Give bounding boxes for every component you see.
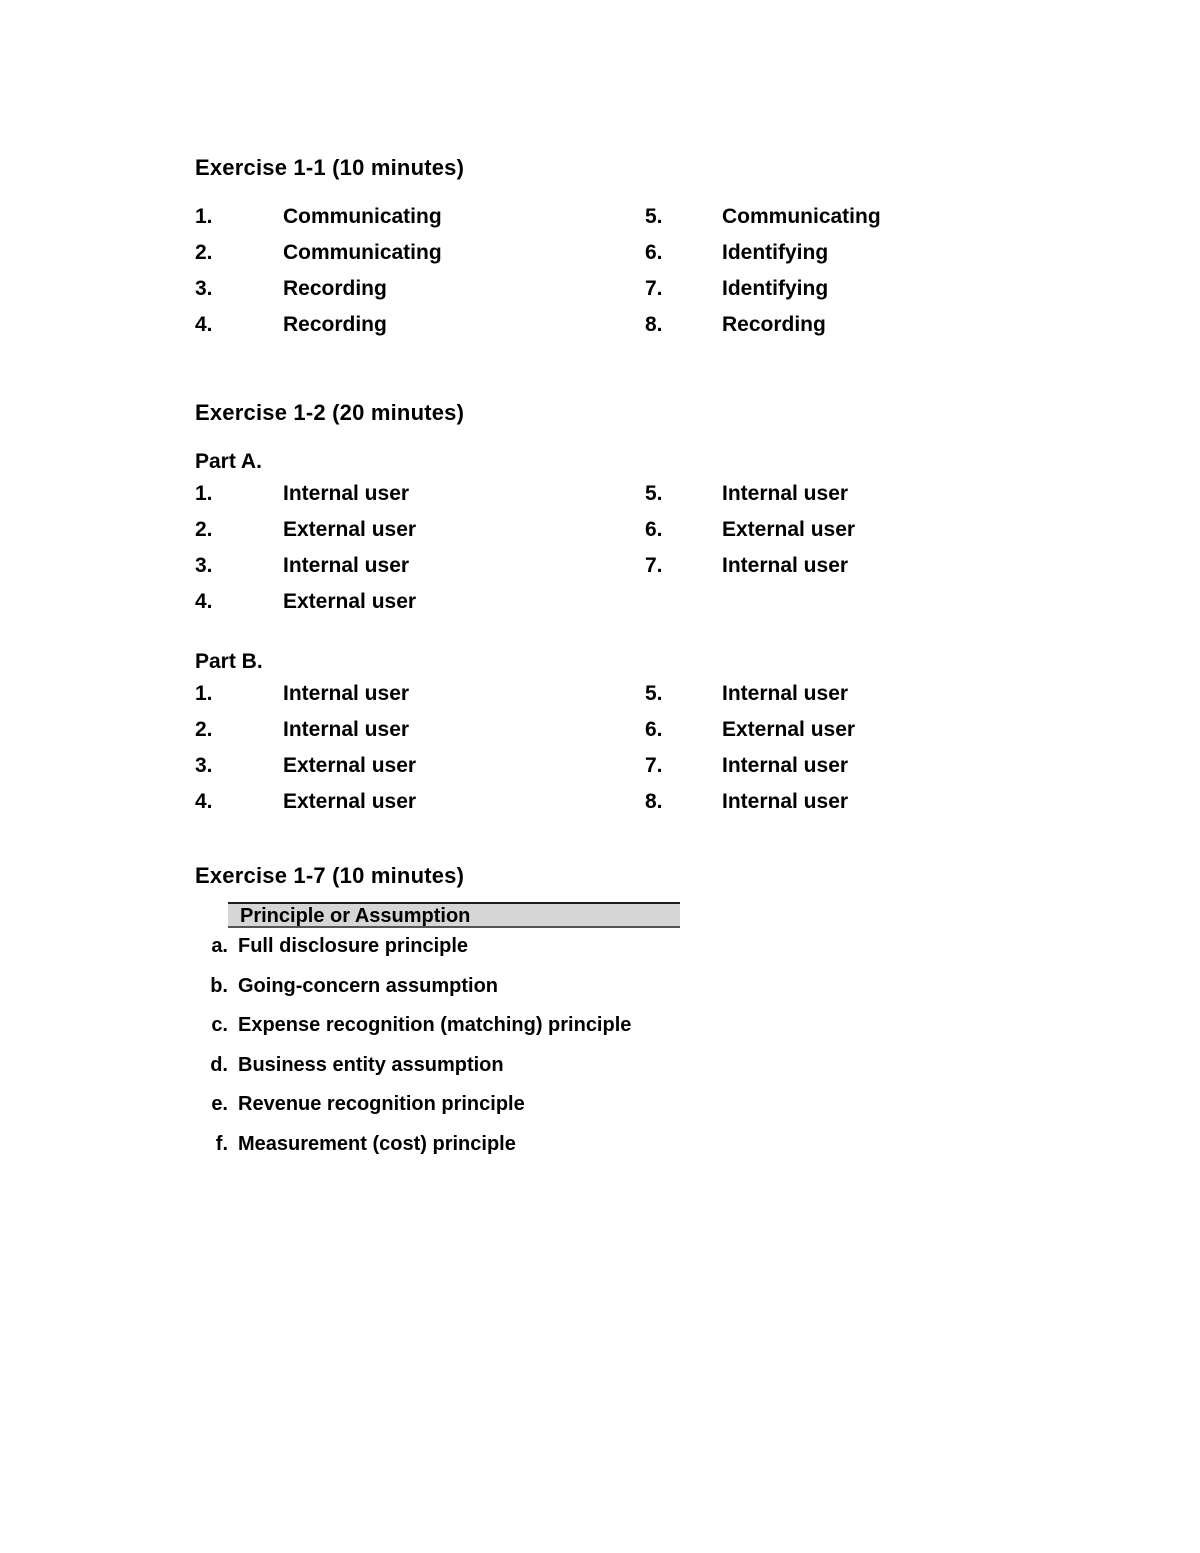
answer-number: 6. <box>645 241 663 264</box>
answer-row: 2. External user 6. External user <box>0 518 1200 554</box>
table-row: a. Full disclosure principle <box>0 935 1200 975</box>
answer-value: Communicating <box>283 205 442 228</box>
row-text: Business entity assumption <box>238 1053 504 1076</box>
row-text: Expense recognition (matching) principle <box>238 1014 632 1036</box>
principle-table-body: a. Full disclosure principle b. Going-co… <box>0 935 1200 1172</box>
document-page: Exercise 1-1 (10 minutes) 1. Communicati… <box>0 0 1200 1553</box>
part-a-answers: 1. Internal user 5. Internal user 2. Ext… <box>0 482 1200 626</box>
answer-number: 7. <box>645 754 663 777</box>
row-marker: a. <box>211 935 228 957</box>
answer-number: 5. <box>645 482 663 505</box>
answer-row: 4. External user <box>0 590 1200 626</box>
answer-value: External user <box>283 518 417 541</box>
answer-number: 2. <box>195 718 213 741</box>
answer-row: 3. Internal user 7. Internal user <box>0 554 1200 590</box>
answer-number: 7. <box>645 554 663 577</box>
answer-value: Internal user <box>722 682 849 705</box>
table-row: e. Revenue recognition principle <box>0 1093 1200 1133</box>
answer-value: External user <box>283 790 417 813</box>
answer-value: Internal user <box>722 554 849 577</box>
answer-row: 3. Recording 7. Identifying <box>0 277 1200 313</box>
row-marker: b. <box>210 974 228 997</box>
row-text: Measurement (cost) principle <box>238 1132 516 1155</box>
answer-value: Internal user <box>722 790 849 813</box>
row-text: Revenue recognition principle <box>238 1093 525 1115</box>
answer-row: 1. Internal user 5. Internal user <box>0 482 1200 518</box>
answer-number: 5. <box>645 205 663 228</box>
answer-value: Recording <box>283 277 387 300</box>
answer-value: Internal user <box>722 754 849 777</box>
answer-row: 4. External user 8. Internal user <box>0 790 1200 826</box>
answer-row: 2. Internal user 6. External user <box>0 718 1200 754</box>
table-row: f. Measurement (cost) principle <box>0 1133 1200 1173</box>
answer-number: 8. <box>645 790 663 813</box>
answer-number: 3. <box>195 754 213 777</box>
column-header-principle-or-assumption: Principle or Assumption <box>240 905 471 927</box>
answer-value: Internal user <box>283 682 410 705</box>
row-marker: e. <box>211 1093 228 1115</box>
answer-number: 7. <box>645 277 663 300</box>
part-b-label: Part B. <box>195 650 263 673</box>
answer-number: 1. <box>195 482 213 505</box>
answer-number: 6. <box>645 718 663 741</box>
row-marker: c. <box>211 1014 228 1036</box>
answer-value: External user <box>283 754 417 777</box>
principle-table-header-row: Principle or Assumption <box>228 902 680 928</box>
answer-value: Internal user <box>283 718 410 741</box>
answer-value: Identifying <box>722 241 829 264</box>
answer-row: 3. External user 7. Internal user <box>0 754 1200 790</box>
row-text: Going-concern assumption <box>238 974 499 997</box>
answer-value: Internal user <box>283 554 410 577</box>
answer-number: 1. <box>195 682 213 705</box>
answer-number: 1. <box>195 205 213 228</box>
answer-value: External user <box>722 718 856 741</box>
answer-number: 5. <box>645 682 663 705</box>
exercise-1-2-heading: Exercise 1-2 (20 minutes) <box>195 400 465 425</box>
answer-row: 2. Communicating 6. Identifying <box>0 241 1200 277</box>
answer-value: External user <box>722 518 856 541</box>
answer-row: 1. Communicating 5. Communicating <box>0 205 1200 241</box>
row-marker: f. <box>215 1132 228 1155</box>
answer-number: 6. <box>645 518 663 541</box>
answer-value: External user <box>283 590 417 613</box>
answer-number: 2. <box>195 518 213 541</box>
answer-value: Communicating <box>722 205 881 228</box>
answer-row: 4. Recording 8. Recording <box>0 313 1200 349</box>
answer-row: 1. Internal user 5. Internal user <box>0 682 1200 718</box>
answer-number: 3. <box>195 554 213 577</box>
answer-number: 8. <box>645 313 663 336</box>
table-row: c. Expense recognition (matching) princi… <box>0 1014 1200 1054</box>
answer-value: Identifying <box>722 277 829 300</box>
answer-value: Internal user <box>722 482 849 505</box>
answer-value: Communicating <box>283 241 442 264</box>
answer-value: Recording <box>283 313 387 336</box>
answer-number: 2. <box>195 241 213 264</box>
answer-number: 4. <box>195 790 213 813</box>
exercise-1-1-heading: Exercise 1-1 (10 minutes) <box>195 155 465 180</box>
part-b-answers: 1. Internal user 5. Internal user 2. Int… <box>0 682 1200 826</box>
table-row: b. Going-concern assumption <box>0 975 1200 1015</box>
answer-number: 4. <box>195 313 213 336</box>
table-row: d. Business entity assumption <box>0 1054 1200 1094</box>
exercise-1-7-heading: Exercise 1-7 (10 minutes) <box>195 863 465 888</box>
answer-value: Internal user <box>283 482 410 505</box>
row-text: Full disclosure principle <box>238 935 469 957</box>
answer-number: 4. <box>195 590 213 613</box>
row-marker: d. <box>210 1053 228 1076</box>
answer-number: 3. <box>195 277 213 300</box>
answer-value: Recording <box>722 313 826 336</box>
exercise-1-1-answers: 1. Communicating 5. Communicating 2. Com… <box>0 205 1200 349</box>
part-a-label: Part A. <box>195 450 262 473</box>
